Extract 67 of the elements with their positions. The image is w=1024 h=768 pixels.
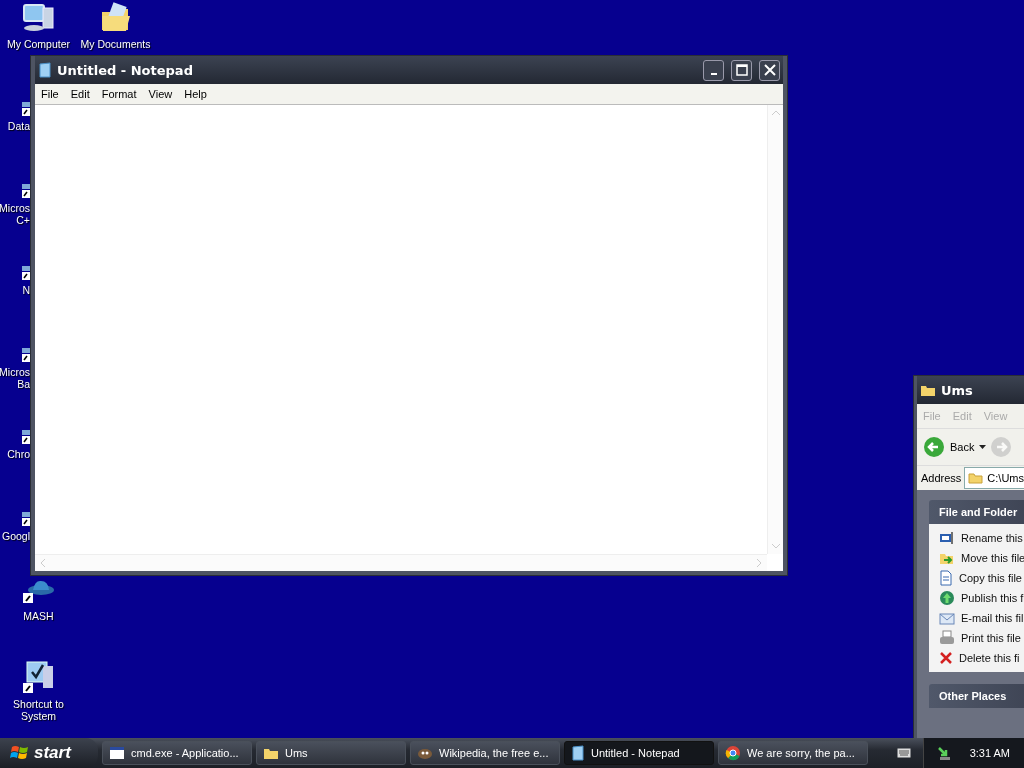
folder-icon[interactable] (99, 2, 132, 34)
menu-item[interactable]: Format (95, 88, 143, 100)
close-icon (763, 64, 776, 76)
task-link[interactable]: Copy this file (959, 572, 1022, 584)
minimize-icon (710, 73, 717, 75)
taskbar-button[interactable]: We are sorry, the pa... (718, 741, 868, 765)
taskbar-button[interactable]: cmd.exe - Applicatio... (102, 741, 252, 765)
document-icon[interactable] (939, 570, 953, 586)
taskbar-button[interactable]: Ums (256, 741, 406, 765)
icon-label[interactable]: My Computer (7, 38, 70, 50)
icon-label[interactable]: MASH (23, 610, 54, 622)
clock[interactable]: 3:31 AM (969, 747, 1010, 759)
notepad-icon (38, 62, 52, 78)
shortcut-icon[interactable] (22, 102, 30, 116)
printer-icon[interactable] (939, 630, 955, 646)
shortcut-icon[interactable] (22, 184, 30, 198)
icon-label[interactable]: Data (7, 120, 30, 132)
flag-icon (10, 744, 30, 762)
window-title: Untitled - Notepad (57, 62, 193, 78)
window-title: Ums (941, 382, 973, 398)
maximize-button[interactable] (731, 59, 752, 81)
network-icon[interactable] (935, 745, 952, 761)
folder-icon (968, 472, 984, 484)
task-link[interactable]: Publish this f (961, 592, 1024, 604)
taskbar-button[interactable]: Wikipedia, the free e... (410, 741, 560, 765)
icon-label[interactable]: N (22, 284, 30, 296)
mask-icon (417, 746, 433, 760)
minimize-button[interactable] (703, 59, 724, 81)
icon-label[interactable]: Shortcut to System (13, 698, 64, 722)
rename-icon[interactable] (939, 531, 955, 545)
delete-icon[interactable] (939, 651, 953, 665)
icon-label[interactable]: Googl (1, 530, 30, 542)
close-button[interactable] (759, 59, 780, 81)
hat-icon[interactable] (22, 578, 55, 606)
icon-label[interactable]: Micros Ba (0, 366, 30, 390)
menu-item[interactable]: View (142, 88, 179, 100)
panel-header[interactable]: File and Folder (929, 500, 1024, 524)
address-field[interactable]: C:\Ums (964, 467, 1024, 489)
icon-label[interactable]: Micros C+ (0, 202, 30, 226)
computer-icon[interactable] (21, 2, 56, 34)
maximize-icon (735, 64, 748, 76)
icon-label[interactable]: Chro (7, 448, 30, 460)
keyboard-icon[interactable] (896, 748, 911, 758)
task-link[interactable]: Delete this fi (959, 652, 1020, 664)
check-monitor-icon[interactable] (22, 660, 55, 694)
address-label: Address (920, 472, 962, 484)
folder-icon (920, 383, 936, 397)
menu-item[interactable]: Edit (64, 88, 96, 100)
caret-icon[interactable] (979, 445, 987, 449)
menu-item[interactable]: File (35, 88, 65, 100)
shortcut-icon[interactable] (22, 266, 30, 280)
task-link[interactable]: E-mail this fil (961, 612, 1024, 624)
task-link[interactable]: Print this file (961, 632, 1021, 644)
console-icon (109, 746, 125, 760)
shortcut-icon[interactable] (22, 430, 30, 444)
task-link[interactable]: Move this file (961, 552, 1024, 564)
globe-icon[interactable] (939, 590, 955, 606)
shortcut-icon[interactable] (22, 348, 30, 362)
icon-label[interactable]: My Documents (80, 38, 151, 50)
panel-header[interactable]: Other Places (929, 684, 1024, 708)
browser-icon (725, 745, 741, 761)
folder-icon (263, 746, 279, 760)
taskbar-button[interactable]: Untitled - Notepad (564, 741, 714, 765)
task-link[interactable]: Rename this (961, 532, 1023, 544)
notepad-icon (571, 745, 585, 761)
menu-item[interactable]: Help (178, 88, 213, 100)
shortcut-icon[interactable] (22, 512, 30, 526)
